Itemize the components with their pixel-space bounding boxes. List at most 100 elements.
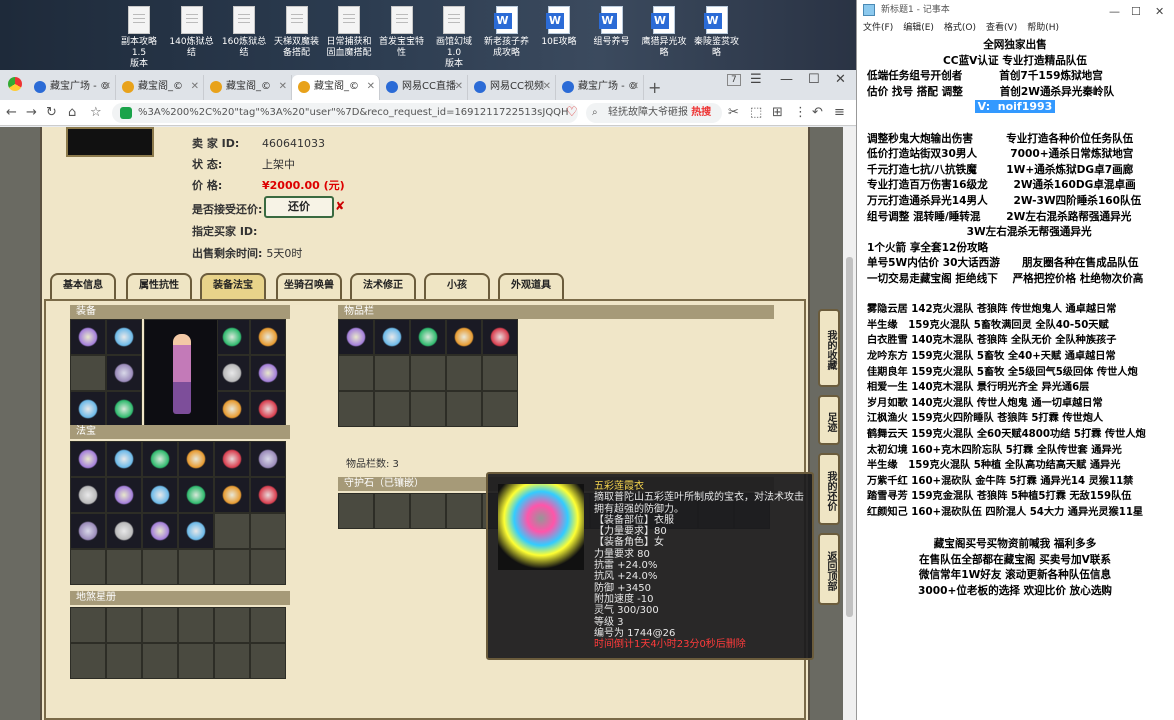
item-slot[interactable] bbox=[178, 441, 214, 477]
scissors-icon[interactable]: ✂ bbox=[728, 105, 739, 120]
browser-logo-icon[interactable] bbox=[8, 77, 22, 91]
notepad-menu-item[interactable]: 查看(V) bbox=[986, 23, 1017, 33]
bookmark-star-icon[interactable]: ☆ bbox=[90, 105, 102, 120]
empty-slot[interactable] bbox=[338, 391, 374, 427]
desktop-icon[interactable]: W 新老孩子养 成攻略 bbox=[482, 6, 532, 59]
empty-slot[interactable] bbox=[178, 549, 214, 585]
menu-lines-icon[interactable]: ≡ bbox=[834, 105, 845, 120]
notepad-close-button[interactable]: ✕ bbox=[1155, 2, 1164, 22]
game-tab[interactable]: 属性抗性 bbox=[126, 273, 192, 299]
forward-icon[interactable]: → bbox=[26, 105, 37, 120]
empty-slot[interactable] bbox=[410, 391, 446, 427]
empty-slot[interactable] bbox=[214, 549, 250, 585]
apps-icon[interactable]: ⊞ bbox=[772, 105, 783, 120]
tab-close-icon[interactable]: ✕ bbox=[367, 75, 375, 99]
empty-slot[interactable] bbox=[142, 549, 178, 585]
empty-slot[interactable] bbox=[446, 391, 482, 427]
notepad-text-area[interactable]: 全网独家出售 CC蓝V认证 专业打造精品队伍 低端任务组号开创者 首创7千159炼狱… bbox=[857, 38, 1174, 720]
empty-slot[interactable] bbox=[338, 493, 374, 529]
tab-counter-badge[interactable]: 7 bbox=[727, 74, 741, 86]
game-tab[interactable]: 小孩 bbox=[424, 273, 490, 299]
item-slot[interactable] bbox=[446, 319, 482, 355]
item-slot[interactable] bbox=[142, 441, 178, 477]
desktop-icon[interactable]: W 鹰猎异光攻 略 bbox=[639, 6, 689, 59]
desktop-icon[interactable]: 副本攻略1.5 版本 bbox=[114, 6, 164, 70]
side-button[interactable]: 我的收藏 bbox=[818, 309, 840, 387]
home-icon[interactable]: ⌂ bbox=[68, 105, 76, 120]
empty-slot[interactable] bbox=[70, 355, 106, 391]
side-button[interactable]: 足迹 bbox=[818, 395, 840, 445]
notepad-minimize-button[interactable]: — bbox=[1109, 2, 1120, 22]
side-button[interactable]: 返回顶部 bbox=[818, 533, 840, 605]
empty-slot[interactable] bbox=[106, 607, 142, 643]
tab-close-icon[interactable]: ✕ bbox=[631, 75, 639, 99]
favorite-heart-icon[interactable]: ♡ bbox=[566, 105, 578, 120]
empty-slot[interactable] bbox=[214, 643, 250, 679]
hot-search-label[interactable]: 热搜 bbox=[691, 107, 711, 118]
browser-tab[interactable]: 网易CC视频 ✕ bbox=[468, 75, 556, 100]
empty-slot[interactable] bbox=[446, 493, 482, 529]
game-tab[interactable]: 外观道具 bbox=[498, 273, 564, 299]
item-slot[interactable] bbox=[214, 441, 250, 477]
address-bar[interactable]: %3A%200%2C%20"tag"%3A%20"user"%7D&reco_r… bbox=[112, 103, 578, 123]
empty-slot[interactable] bbox=[250, 513, 286, 549]
notepad-menu-item[interactable]: 文件(F) bbox=[863, 23, 893, 33]
item-slot[interactable] bbox=[106, 441, 142, 477]
game-tab[interactable]: 装备法宝 bbox=[200, 273, 266, 299]
search-box[interactable]: ⌕ 轻抚故障大爷砸报 热搜 bbox=[586, 103, 722, 123]
empty-slot[interactable] bbox=[250, 607, 286, 643]
refresh-icon[interactable]: ↻ bbox=[46, 105, 57, 120]
empty-slot[interactable] bbox=[482, 391, 518, 427]
game-tab[interactable]: 法术修正 bbox=[350, 273, 416, 299]
empty-slot[interactable] bbox=[410, 355, 446, 391]
item-slot[interactable] bbox=[410, 319, 446, 355]
desktop-icon[interactable]: 140炼狱总结 bbox=[167, 6, 217, 59]
item-slot[interactable] bbox=[70, 391, 106, 427]
empty-slot[interactable] bbox=[142, 643, 178, 679]
game-tab[interactable]: 坐骑召唤兽 bbox=[276, 273, 342, 299]
item-slot[interactable] bbox=[338, 319, 374, 355]
empty-slot[interactable] bbox=[374, 391, 410, 427]
notepad-maximize-button[interactable]: ☐ bbox=[1131, 2, 1141, 22]
item-slot[interactable] bbox=[142, 477, 178, 513]
item-slot[interactable] bbox=[70, 319, 106, 355]
empty-slot[interactable] bbox=[178, 643, 214, 679]
browser-tab[interactable]: 藏宝阁_© ✕ bbox=[204, 75, 292, 100]
game-tab[interactable]: 基本信息 bbox=[50, 273, 116, 299]
item-slot[interactable] bbox=[106, 319, 142, 355]
close-button[interactable]: ✕ bbox=[835, 72, 846, 87]
item-slot[interactable] bbox=[70, 477, 106, 513]
browser-tab[interactable]: 藏宝广场 - © ✕ bbox=[556, 75, 644, 100]
item-slot[interactable] bbox=[106, 391, 142, 427]
item-slot[interactable] bbox=[214, 477, 250, 513]
side-button[interactable]: 我的还价 bbox=[818, 453, 840, 525]
desktop-icon[interactable]: 160炼狱总结 bbox=[219, 6, 269, 59]
item-slot[interactable] bbox=[250, 441, 286, 477]
close-x-icon[interactable]: ✘ bbox=[335, 199, 345, 213]
item-slot[interactable] bbox=[250, 355, 286, 391]
empty-slot[interactable] bbox=[106, 643, 142, 679]
empty-slot[interactable] bbox=[338, 355, 374, 391]
notepad-menu-item[interactable]: 帮助(H) bbox=[1027, 23, 1059, 33]
desktop-icon[interactable]: 天梯双魔装 备搭配 bbox=[272, 6, 322, 59]
item-slot[interactable] bbox=[178, 513, 214, 549]
extension-icon[interactable]: ⬚ bbox=[750, 105, 762, 120]
browser-tab[interactable]: 藏宝阁_© ✕ bbox=[292, 75, 380, 100]
item-slot[interactable] bbox=[250, 391, 286, 427]
maximize-button[interactable]: ☐ bbox=[808, 72, 820, 87]
empty-slot[interactable] bbox=[214, 607, 250, 643]
undo-icon[interactable]: ↶ bbox=[812, 105, 823, 120]
empty-slot[interactable] bbox=[70, 607, 106, 643]
item-slot[interactable] bbox=[214, 355, 250, 391]
tab-close-icon[interactable]: ✕ bbox=[279, 75, 287, 99]
page-scrollbar[interactable] bbox=[843, 127, 856, 720]
empty-slot[interactable] bbox=[250, 549, 286, 585]
empty-slot[interactable] bbox=[410, 493, 446, 529]
tab-close-icon[interactable]: ✕ bbox=[543, 75, 551, 99]
empty-slot[interactable] bbox=[374, 355, 410, 391]
empty-slot[interactable] bbox=[374, 493, 410, 529]
item-slot[interactable] bbox=[374, 319, 410, 355]
item-slot[interactable] bbox=[250, 319, 286, 355]
item-slot[interactable] bbox=[178, 477, 214, 513]
item-slot[interactable] bbox=[106, 477, 142, 513]
